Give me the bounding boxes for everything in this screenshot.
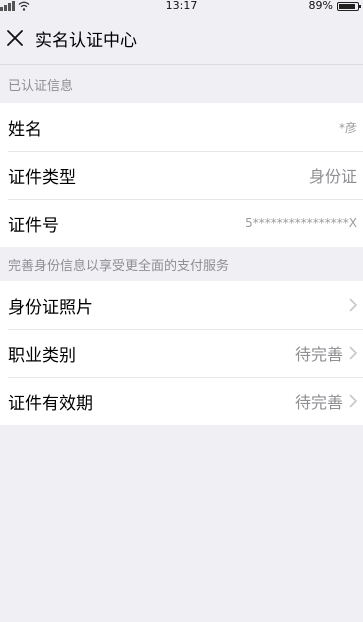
chevron-right-icon [349,394,357,408]
battery-percent: 89% [308,0,333,12]
page-title: 实名认证中心 [35,30,137,51]
row-id-type: 证件类型 身份证 [0,151,363,199]
nav-bar: 实名认证中心 [0,12,363,65]
chevron-right-icon [349,346,357,360]
row-label: 身份证照片 [8,297,93,318]
row-value: 5****************X [245,216,357,230]
row-id-number: 证件号 5****************X [0,199,363,247]
chevron-right-icon [349,298,357,312]
row-id-photo[interactable]: 身份证照片 [0,281,363,329]
row-name: 姓名 *彦 [0,103,363,151]
row-value: 身份证 [308,167,357,186]
battery-icon [337,1,361,11]
close-icon[interactable] [5,28,25,48]
row-label: 职业类别 [8,345,76,366]
row-value: *彦 [338,120,357,135]
row-label: 姓名 [8,119,42,140]
status-right: 89% [308,0,361,12]
battery-fill [339,3,356,9]
row-occupation[interactable]: 职业类别 待完善 [0,329,363,377]
row-label: 证件号 [8,215,59,236]
verified-section-header: 已认证信息 [8,78,74,94]
row-label: 证件有效期 [8,393,93,414]
complete-section-header: 完善身份信息以享受更全面的支付服务 [8,258,230,274]
row-value: 待完善 [294,393,343,412]
row-value: 待完善 [294,345,343,364]
verified-info-group: 姓名 *彦 证件类型 身份证 证件号 5****************X [0,103,363,247]
status-bar: 13:17 89% [0,0,363,12]
row-label: 证件类型 [8,167,76,188]
complete-info-group: 身份证照片 职业类别 待完善 证件有效期 待完善 [0,281,363,425]
row-id-validity[interactable]: 证件有效期 待完善 [0,377,363,425]
